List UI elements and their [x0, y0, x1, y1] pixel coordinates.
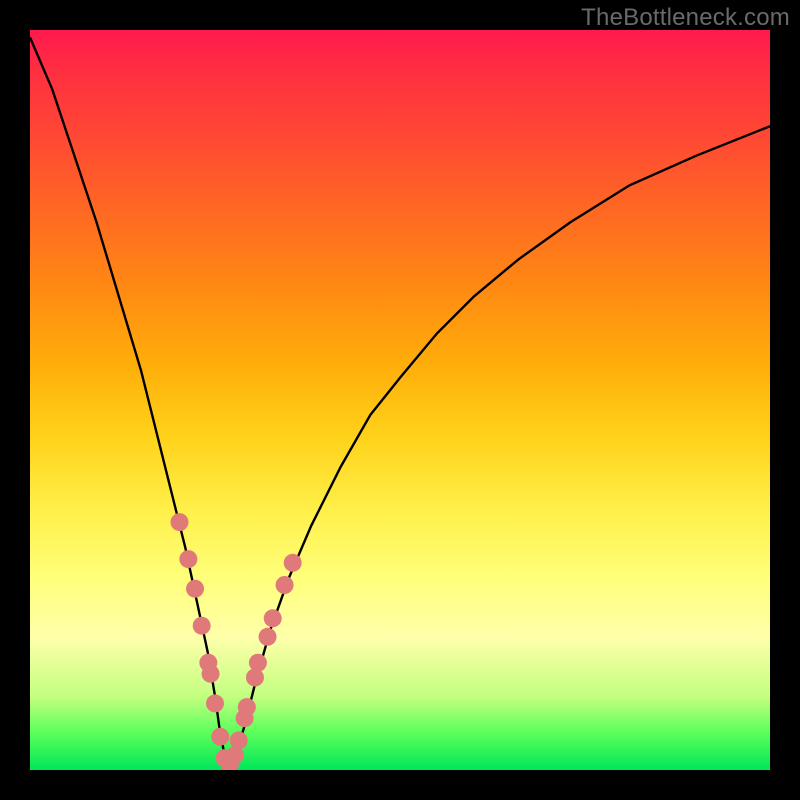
- highlight-dot: [230, 731, 248, 749]
- highlight-dots-group: [170, 513, 301, 770]
- chart-svg: [30, 30, 770, 770]
- highlight-dot: [179, 550, 197, 568]
- highlight-dot: [284, 554, 302, 572]
- highlight-dot: [259, 628, 277, 646]
- highlight-dot: [193, 617, 211, 635]
- highlight-dot: [186, 580, 204, 598]
- highlight-dot: [211, 728, 229, 746]
- highlight-dot: [264, 609, 282, 627]
- highlight-dot: [238, 698, 256, 716]
- highlight-dot: [170, 513, 188, 531]
- outer-frame: TheBottleneck.com: [0, 0, 800, 800]
- highlight-dot: [276, 576, 294, 594]
- highlight-dot: [249, 654, 267, 672]
- watermark-text: TheBottleneck.com: [581, 4, 790, 32]
- highlight-dot: [246, 669, 264, 687]
- highlight-dot: [202, 665, 220, 683]
- highlight-dot: [206, 694, 224, 712]
- chart-plot-area: [30, 30, 770, 770]
- bottleneck-curve: [30, 37, 770, 766]
